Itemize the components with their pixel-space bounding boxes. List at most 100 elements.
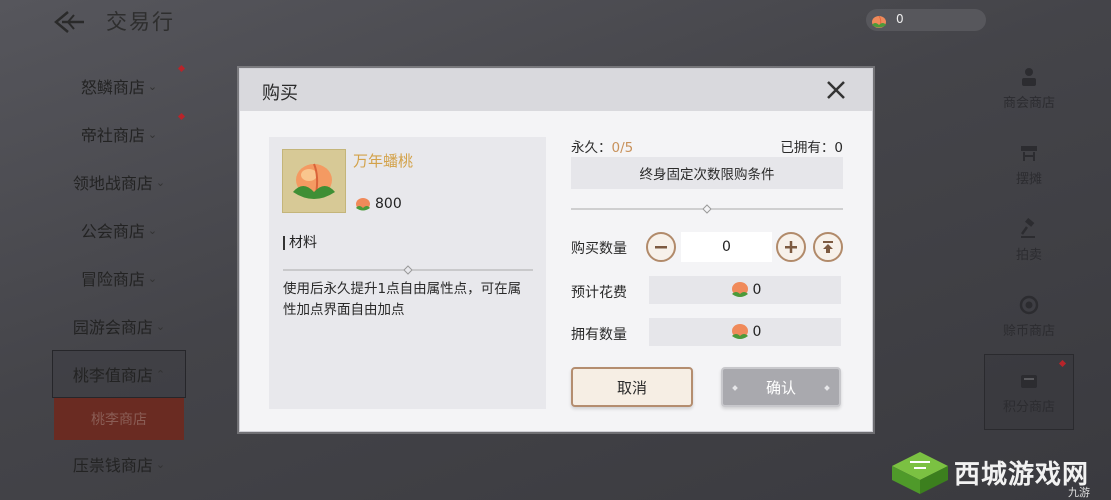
notification-dot xyxy=(177,64,186,73)
owned-amount-label: 拥有数量 xyxy=(571,327,627,343)
nav-item-adventure-shop[interactable]: 冒险商店 ⌄ xyxy=(52,254,186,302)
nav-subitem-taoli-shop[interactable]: 桃李商店 xyxy=(54,398,184,440)
nav-item-nulin-shop[interactable]: 怒鳞商店 ⌄ xyxy=(52,62,186,110)
watermark: 西城游戏网 九游 xyxy=(890,450,1111,500)
nav-item-guild-shop[interactable]: 公会商店 ⌄ xyxy=(52,206,186,254)
estimated-cost-label: 预计花费 xyxy=(571,285,627,301)
chevron-down-icon: ⌄ xyxy=(155,319,166,333)
confirm-button[interactable]: 确认 xyxy=(721,367,841,407)
divider xyxy=(283,265,533,275)
purchase-limit-row: 永久：0/5 已拥有：0 xyxy=(571,136,843,156)
owned-amount-value: 0 xyxy=(752,324,762,340)
chevron-up-icon: ⌃ xyxy=(155,367,166,381)
owned-group: 已拥有：0 xyxy=(780,136,843,156)
dialog-title: 购买 xyxy=(262,83,298,104)
purchase-dialog: 购买 万年蟠桃 800 材料 使用后永久提升1点自由属性点，可在属性加点界面自由… xyxy=(239,68,873,432)
item-price-value: 800 xyxy=(375,196,402,212)
item-icon-frame xyxy=(282,149,346,213)
estimated-cost-value: 0 xyxy=(752,282,762,298)
quantity-label: 购买数量 xyxy=(571,241,627,257)
rnav-label: 摆摊 xyxy=(1015,171,1042,187)
nav-item-label: 领地战商店 xyxy=(72,174,153,193)
dialog-header: 购买 xyxy=(240,69,872,111)
owned-value: 0 xyxy=(834,140,843,156)
purchase-condition-button[interactable]: 终身固定次数限购条件 xyxy=(571,157,843,189)
minus-icon xyxy=(655,246,667,249)
nav-item-territory-war-shop[interactable]: 领地战商店 ⌄ xyxy=(52,158,186,206)
button-deco xyxy=(824,385,830,391)
plus-icon xyxy=(785,241,797,253)
chevron-down-icon: ⌄ xyxy=(147,79,158,93)
owned-label: 已拥有： xyxy=(780,140,835,156)
confirm-label: 确认 xyxy=(765,378,796,397)
watermark-logo-icon xyxy=(892,452,948,494)
item-description: 使用后永久提升1点自由属性点，可在属性加点界面自由加点 xyxy=(283,281,522,318)
watermark-subtext: 九游 xyxy=(1068,486,1090,499)
right-shop-nav: 商会商店 摆摊 拍卖 赊币商店 积分商店 xyxy=(984,50,1074,430)
chevron-down-icon: ⌄ xyxy=(147,127,158,141)
coin-icon xyxy=(1019,295,1039,314)
limit-label: 永久： xyxy=(571,140,612,156)
nav-item-label: 怒鳞商店 xyxy=(80,78,145,97)
nav-item-taoli-value-shop[interactable]: 桃李值商店 ⌃ xyxy=(52,350,186,398)
rnav-label: 赊币商店 xyxy=(1002,323,1055,339)
item-info-panel: 万年蟠桃 800 材料 使用后永久提升1点自由属性点，可在属性加点界面自由加点 xyxy=(269,137,546,409)
back-arrow-icon xyxy=(54,11,84,33)
rnav-item-auction[interactable]: 拍卖 xyxy=(984,202,1074,278)
rnav-item-stall[interactable]: 摆摊 xyxy=(984,126,1074,202)
increase-quantity-button[interactable] xyxy=(776,232,806,262)
nav-item-yasui-money-shop[interactable]: 压祟钱商店 ⌄ xyxy=(52,440,186,488)
nav-item-label: 压祟钱商店 xyxy=(72,456,153,475)
limit-value: 0/5 xyxy=(611,140,634,156)
limit-label-group: 永久：0/5 xyxy=(571,136,633,156)
points-icon xyxy=(1021,374,1037,388)
rnav-label: 商会商店 xyxy=(1002,95,1055,111)
merchant-icon xyxy=(1022,67,1036,86)
owned-amount-box: 0 xyxy=(649,318,841,346)
currency-value: 0 xyxy=(896,12,904,26)
button-deco xyxy=(732,385,738,391)
rnav-label: 拍卖 xyxy=(1015,247,1042,263)
close-button[interactable] xyxy=(825,79,847,101)
item-category: 材料 xyxy=(283,236,317,250)
peach-currency-icon xyxy=(356,198,370,211)
rnav-item-coin-shop[interactable]: 赊币商店 xyxy=(984,278,1074,354)
peach-currency-icon xyxy=(731,282,748,297)
item-name: 万年蟠桃 xyxy=(353,152,414,170)
notification-dot xyxy=(177,112,186,121)
item-price: 800 xyxy=(353,195,402,213)
quantity-input[interactable] xyxy=(681,232,772,262)
max-quantity-button[interactable] xyxy=(813,232,843,262)
nav-item-label: 帝社商店 xyxy=(80,126,145,145)
decrease-quantity-button[interactable] xyxy=(646,232,676,262)
chevron-down-icon: ⌄ xyxy=(147,271,158,285)
back-button[interactable] xyxy=(52,10,88,34)
rnav-item-points-shop[interactable]: 积分商店 xyxy=(984,354,1074,430)
close-icon xyxy=(827,81,845,99)
nav-item-label: 桃李值商店 xyxy=(72,366,153,385)
nav-item-label: 公会商店 xyxy=(80,222,145,241)
nav-item-label: 冒险商店 xyxy=(80,270,145,289)
chevron-down-icon: ⌄ xyxy=(147,223,158,237)
stall-icon xyxy=(1021,145,1037,161)
currency-display: 0 xyxy=(866,9,986,31)
gavel-icon xyxy=(1020,217,1035,238)
notification-dot xyxy=(1058,359,1067,368)
peach-currency-icon xyxy=(872,15,886,28)
cancel-button[interactable]: 取消 xyxy=(571,367,693,407)
max-arrow-icon xyxy=(823,241,833,253)
top-bar: 交易行 0 xyxy=(0,0,1111,44)
chevron-down-icon: ⌄ xyxy=(155,457,166,471)
estimated-cost-box: 0 xyxy=(649,276,841,304)
rnav-label: 积分商店 xyxy=(1002,399,1055,415)
left-shop-nav: 怒鳞商店 ⌄ 帝社商店 ⌄ 领地战商店 ⌄ 公会商店 ⌄ 冒险商店 ⌄ 园游会商… xyxy=(52,62,186,488)
rnav-item-merchant-shop[interactable]: 商会商店 xyxy=(984,50,1074,126)
page-title: 交易行 xyxy=(106,10,175,34)
chevron-down-icon: ⌄ xyxy=(155,175,166,189)
peach-currency-icon xyxy=(731,324,748,339)
nav-item-label: 园游会商店 xyxy=(72,318,153,337)
peach-item-icon xyxy=(293,163,335,199)
nav-item-fair-shop[interactable]: 园游会商店 ⌄ xyxy=(52,302,186,350)
nav-item-dishe-shop[interactable]: 帝社商店 ⌄ xyxy=(52,110,186,158)
divider xyxy=(571,204,843,214)
